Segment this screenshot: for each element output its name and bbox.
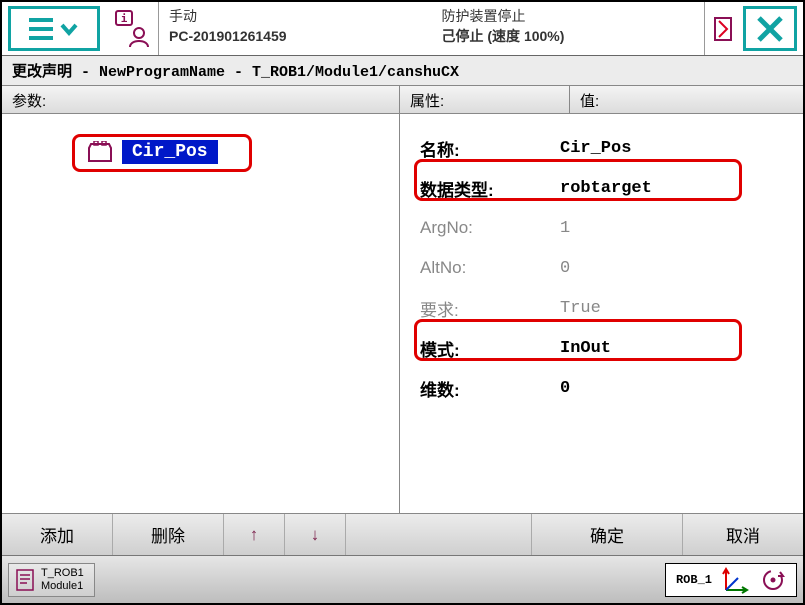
attribute-label: 维数: [420,376,560,401]
status-guard: 防护装置停止 己停止 (速度 100%) [432,2,705,55]
attribute-value: 0 [560,379,791,398]
attribute-row[interactable]: 维数:0 [420,368,791,408]
content-area: Cir_Pos 名称:Cir_Pos数据类型:robtargetArgNo:1A… [2,114,803,513]
hamburger-icon [29,18,53,40]
chevron-down-icon [59,19,79,39]
attribute-label: AltNo: [420,258,560,278]
attribute-value: True [560,299,791,318]
attributes-pane: 名称:Cir_Pos数据类型:robtargetArgNo:1AltNo:0要求… [400,114,803,513]
task-chip[interactable]: T_ROB1 Module1 [8,563,95,597]
attribute-list: 名称:Cir_Pos数据类型:robtargetArgNo:1AltNo:0要求… [400,114,803,408]
attribute-row[interactable]: 要求:True [420,288,791,328]
ok-button[interactable]: 确定 [532,522,682,547]
attribute-value: InOut [560,339,791,358]
attribute-row[interactable]: 模式:InOut [420,328,791,368]
parameter-name-chip: Cir_Pos [122,140,218,164]
status-controller-id: PC-201901261459 [169,26,422,46]
attribute-value: robtarget [560,179,791,198]
attribute-label: ArgNo: [420,218,560,238]
parameters-pane: Cir_Pos [2,114,400,513]
taskbar: T_ROB1 Module1 ROB_1 [2,555,803,603]
breadcrumb: 更改声明 - NewProgramName - T_ROB1/Module1/c… [2,56,803,86]
attribute-value: Cir_Pos [560,139,791,158]
column-headers: 参数: 属性: 值: [2,86,803,114]
svg-text:i: i [121,12,128,25]
header-parameters: 参数: [2,86,400,113]
attribute-row[interactable]: ArgNo:1 [420,208,791,248]
cancel-button[interactable]: 取消 [683,522,803,547]
program-icon [15,568,35,592]
close-icon [755,14,785,44]
attribute-row[interactable]: AltNo:0 [420,248,791,288]
delete-button[interactable]: 删除 [113,522,223,547]
attribute-value: 1 [560,219,791,238]
coord-axes-icon [722,566,750,594]
jog-rotate-icon [760,567,786,593]
status-panel: 手动 PC-201901261459 防护装置停止 己停止 (速度 100%) [158,2,705,55]
attribute-row[interactable]: 名称:Cir_Pos [420,128,791,168]
status-guard-label: 防护装置停止 [442,6,695,26]
attribute-label: 要求: [420,296,560,321]
attribute-label: 名称: [420,136,560,161]
attribute-row[interactable]: 数据类型:robtarget [420,168,791,208]
program-module-icon [86,140,114,164]
add-button[interactable]: 添加 [2,522,112,547]
system-warning-icon[interactable] [705,2,741,55]
status-speed-label: 己停止 (速度 100%) [442,26,695,46]
task-name: T_ROB1 [41,567,84,580]
menu-button[interactable] [8,6,100,51]
robot-label: ROB_1 [676,573,712,587]
app-root: i 手动 PC-201901261459 防护装置停止 己停止 (速度 100%… [0,0,805,605]
attribute-value: 0 [560,259,791,278]
attribute-label: 数据类型: [420,176,560,201]
task-module: Module1 [41,580,84,593]
move-up-button[interactable]: ↑ [224,525,284,545]
status-mode: 手动 PC-201901261459 [159,2,432,55]
close-button[interactable] [743,6,797,51]
system-bar: i 手动 PC-201901261459 防护装置停止 己停止 (速度 100%… [2,2,803,56]
robot-chip[interactable]: ROB_1 [665,563,797,597]
header-value: 值: [570,86,803,113]
move-down-button[interactable]: ↓ [285,525,345,545]
attribute-label: 模式: [420,336,560,361]
header-attributes: 属性: [400,86,570,113]
parameter-row[interactable]: Cir_Pos [86,140,399,164]
operator-icon[interactable]: i [106,2,158,55]
button-bar: 添加 删除 ↑ ↓ 确定 取消 [2,513,803,555]
status-mode-label: 手动 [169,6,422,26]
